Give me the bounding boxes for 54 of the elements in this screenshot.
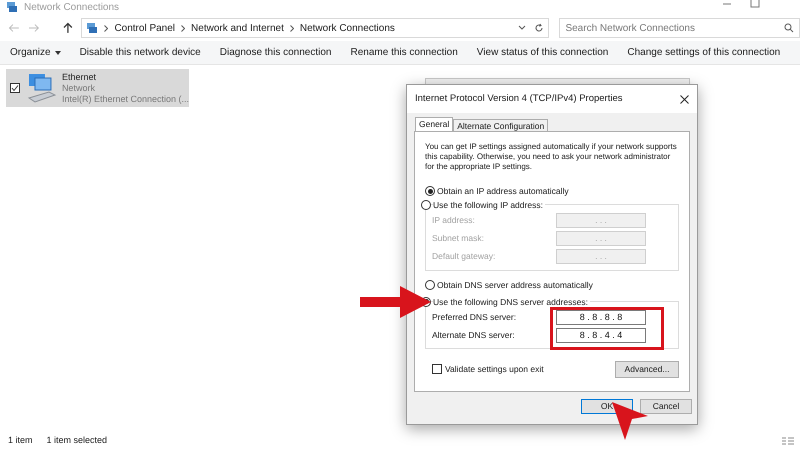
dropdown-icon[interactable]	[518, 25, 526, 31]
caret-icon	[54, 50, 61, 54]
chevron-icon	[181, 24, 186, 32]
radio-button[interactable]	[421, 200, 431, 210]
validate-checkbox[interactable]: Validate settings upon exit	[432, 362, 544, 376]
dialog-tab[interactable]: Alternate Configuration	[453, 119, 548, 131]
search-icon[interactable]	[784, 23, 794, 33]
toolbar-button[interactable]: Disable this network device	[74, 42, 207, 62]
chevron-icon	[104, 24, 108, 32]
network-folder-icon	[6, 1, 18, 13]
checkbox[interactable]	[10, 83, 20, 93]
advanced-button[interactable]: Advanced...	[615, 360, 679, 378]
connection-status: Network	[62, 82, 96, 94]
dialog-button[interactable]: Cancel	[640, 399, 692, 414]
field-label: Preferred DNS server:	[432, 311, 516, 324]
pointer-arrow	[612, 402, 648, 440]
breadcrumb[interactable]: Network Connections	[300, 20, 395, 36]
description-text: You can get IP settings assigned automatically if your network supports this capability. Otherwise, you need to ask your network administrator for the appropriate IP settings.	[425, 142, 678, 172]
ip-address-field: . . .	[556, 249, 646, 264]
ip-address-field: . . .	[556, 231, 646, 246]
breadcrumb[interactable]: Control Panel	[114, 20, 176, 36]
up-arrow-icon[interactable]	[62, 22, 74, 34]
address-bar[interactable]: Control Panel Network and Internet Network Connections	[81, 18, 550, 38]
connection-item[interactable]: Ethernet Network Intel(R) Ethernet Connection (...	[6, 69, 189, 107]
radio-button[interactable]	[425, 280, 435, 290]
ip-address-field[interactable]: 8 . 8 . 4 . 4	[556, 328, 646, 343]
toolbar-button[interactable]: View status of this connection	[470, 42, 614, 62]
breadcrumb[interactable]: Network and Internet	[191, 20, 284, 36]
field-label: Alternate DNS server:	[432, 329, 515, 342]
dialog-tab[interactable]: General	[415, 117, 454, 131]
ip-address-field[interactable]: 8 . 8 . 8 . 8	[556, 310, 646, 325]
selection-count: 1 item selected	[46, 434, 108, 448]
field-label: Default gateway:	[432, 250, 496, 264]
refresh-icon[interactable]	[534, 23, 544, 33]
dialog-title: Internet Protocol Version 4 (TCP/IPv4) Properties	[415, 92, 623, 106]
connection-name: Ethernet	[62, 72, 97, 82]
pointer-arrow	[360, 286, 431, 318]
organize-menu[interactable]: Organize	[4, 42, 67, 62]
close-icon[interactable]	[680, 94, 689, 104]
field-label: Subnet mask:	[432, 232, 484, 246]
ip-address-field: . . .	[556, 213, 646, 228]
field-label: IP address:	[432, 214, 475, 228]
toolbar-button[interactable]: Change settings of this connection	[621, 42, 786, 62]
toolbar-button[interactable]: Diagnose this connection	[214, 42, 338, 62]
details-view-icon[interactable]	[782, 436, 794, 446]
maximize-icon[interactable]	[750, 0, 760, 8]
search-field[interactable]: Search Network Connections	[559, 18, 800, 38]
radio-button[interactable]	[425, 186, 435, 196]
toolbar-button[interactable]: Rename this connection	[344, 42, 464, 62]
adapter-name: Intel(R) Ethernet Connection (...	[62, 94, 189, 104]
window-title: Network Connections	[24, 0, 120, 14]
network-folder-icon	[86, 22, 98, 34]
item-count: 1 item	[8, 434, 33, 448]
chevron-icon	[290, 24, 294, 32]
